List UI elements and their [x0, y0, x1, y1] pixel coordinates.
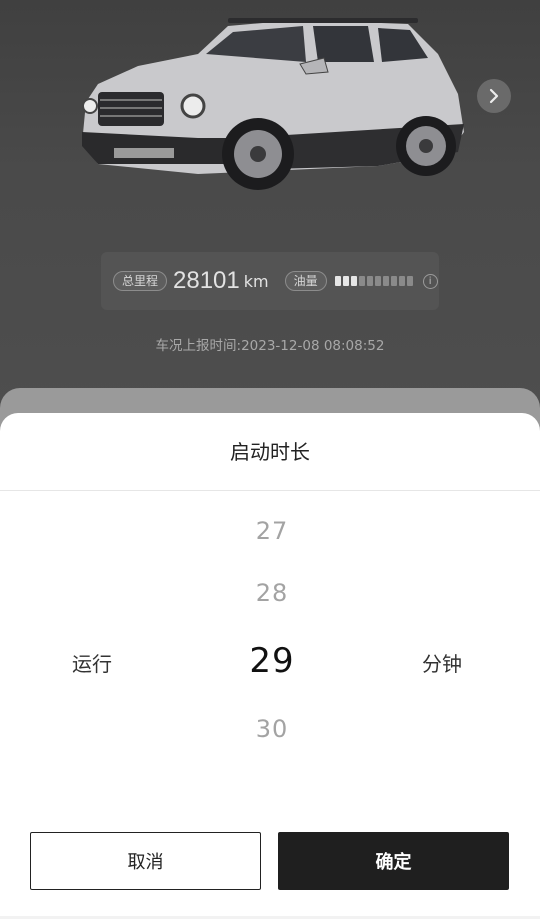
- next-vehicle-button[interactable]: [477, 79, 511, 113]
- chevron-right-icon: [489, 88, 499, 104]
- fuel-label: 油量: [284, 271, 327, 291]
- fuel-segment: [358, 276, 365, 286]
- fuel-segment: [350, 276, 357, 286]
- picker-option-selected[interactable]: 29: [222, 641, 322, 681]
- picker-option[interactable]: 27: [222, 517, 322, 545]
- picker-option[interactable]: 28: [222, 579, 322, 607]
- car-image: [82, 18, 464, 190]
- minutes-wheel[interactable]: 27 28 29 30: [222, 492, 322, 792]
- report-time: 车况上报时间:2023-12-08 08:08:52: [155, 338, 385, 354]
- duration-picker-sheet: 启动时长 运行 27 28 29 30 分钟 取消 确定: [0, 413, 540, 919]
- vehicle-overview: 总里程 28101 km 油量 i 车况上报时间:2023-12-08 08:0…: [0, 0, 540, 430]
- vehicle-status-card: 总里程 28101 km 油量 i: [101, 252, 439, 310]
- sheet-title: 启动时长: [0, 413, 540, 491]
- fuel-segment: [334, 276, 341, 286]
- picker-unit-label: 分钟: [422, 652, 462, 676]
- fuel-segment: [390, 276, 397, 286]
- info-icon[interactable]: i: [422, 273, 438, 289]
- fuel-segment: [366, 276, 373, 286]
- picker-option[interactable]: 30: [222, 715, 322, 743]
- fuel-segment: [382, 276, 389, 286]
- mileage-value: 28101: [173, 267, 240, 294]
- fuel-segment: [398, 276, 405, 286]
- picker-prefix-label: 运行: [72, 652, 112, 676]
- cancel-button[interactable]: 取消: [30, 832, 261, 890]
- confirm-button[interactable]: 确定: [278, 832, 509, 890]
- duration-picker[interactable]: 运行 27 28 29 30 分钟: [0, 492, 540, 792]
- fuel-gauge: [334, 276, 415, 286]
- fuel-segment: [374, 276, 381, 286]
- mileage-label: 总里程: [113, 271, 168, 291]
- fuel-segment: [342, 276, 349, 286]
- mileage-unit: km: [243, 271, 269, 291]
- fuel-segment: [406, 276, 413, 286]
